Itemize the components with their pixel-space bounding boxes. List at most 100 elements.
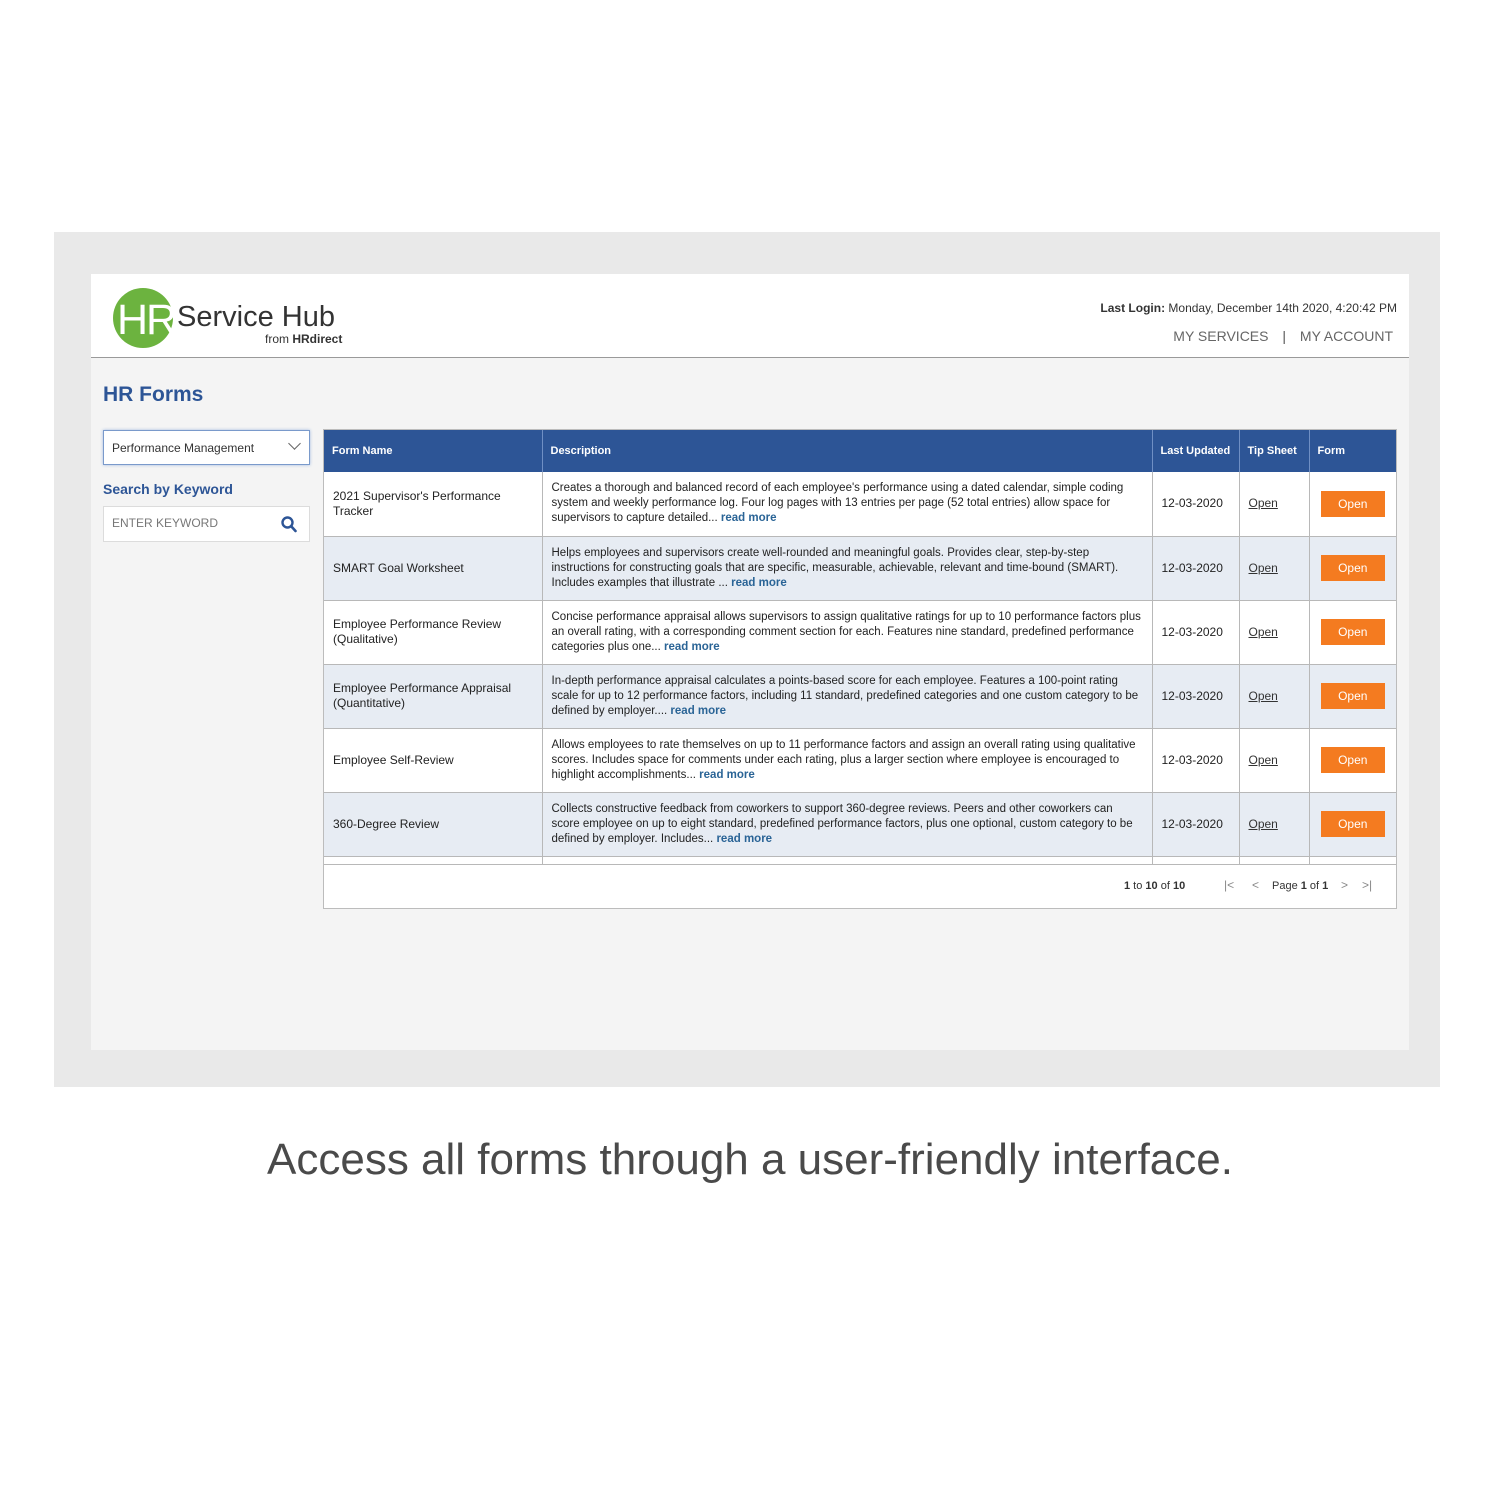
read-more-link[interactable]: read more (716, 833, 772, 845)
chevron-down-icon (288, 437, 301, 450)
column-header-form[interactable]: Form (1309, 430, 1396, 472)
tip-sheet-open-link[interactable]: Open (1249, 625, 1278, 639)
header: HR Service Hub from HRdirect Last Login:… (91, 274, 1409, 358)
form-open-button[interactable]: Open (1320, 490, 1385, 517)
app-window: HR Service Hub from HRdirect Last Login:… (91, 274, 1409, 1050)
record-to: 10 (1145, 880, 1158, 892)
prev-page-icon[interactable]: < (1252, 878, 1259, 892)
tip-sheet-open-link[interactable]: Open (1249, 817, 1278, 831)
description-text: Allows employees to rate themselves on u… (551, 738, 1136, 781)
logo-subtitle: from HRdirect (265, 332, 342, 346)
column-header-form-name[interactable]: Form Name (324, 430, 543, 472)
form-name-cell: 2021 Supervisor's Performance Tracker (324, 472, 543, 537)
tip-sheet-cell: Open (1239, 472, 1310, 537)
table-row: Employee Self-Review Allows employees to… (324, 728, 1396, 793)
column-header-last-updated[interactable]: Last Updated (1152, 430, 1240, 472)
read-more-link[interactable]: read more (731, 577, 787, 589)
last-updated-cell: 12-03-2020 (1152, 472, 1240, 537)
read-more-link[interactable]: read more (670, 705, 726, 717)
search-label: Search by Keyword (103, 481, 233, 497)
description-text: In-depth performance appraisal calculate… (551, 674, 1139, 717)
total-pages: 1 (1322, 880, 1329, 892)
tip-sheet-open-link[interactable]: Open (1249, 689, 1278, 703)
caption: Access all forms through a user-friendly… (267, 1135, 1233, 1184)
read-more-link[interactable]: read more (721, 512, 777, 524)
form-open-button[interactable]: Open (1320, 811, 1385, 837)
tip-sheet-cell: Open (1239, 664, 1310, 729)
search-input[interactable] (112, 516, 272, 530)
record-of-word: of (1157, 880, 1173, 892)
first-page-icon[interactable]: |< (1224, 878, 1234, 892)
record-count: 1 to 10 of 10 (1124, 880, 1185, 892)
table-row: Employee Performance Review (Qualitative… (324, 600, 1396, 665)
search-box (103, 506, 310, 542)
description-cell: Creates a thorough and balanced record o… (542, 472, 1153, 537)
screenshot-frame: HR Service Hub from HRdirect Last Login:… (54, 232, 1440, 1087)
description-text: Helps employees and supervisors create w… (551, 546, 1119, 589)
tip-sheet-open-link[interactable]: Open (1249, 753, 1278, 767)
form-name-cell: SMART Goal Worksheet (324, 536, 543, 601)
next-page-icon[interactable]: > (1341, 878, 1348, 892)
last-updated-cell: 12-03-2020 (1152, 600, 1240, 665)
last-login: Last Login: Monday, December 14th 2020, … (1100, 301, 1397, 315)
form-open-button[interactable]: Open (1320, 619, 1385, 645)
description-cell: Collects constructive feedback from cowo… (542, 792, 1153, 857)
form-name-cell: 360-Degree Review (324, 792, 543, 857)
description-cell: Concise performance appraisal allows sup… (542, 600, 1153, 665)
logo-sub-brand: HRdirect (292, 332, 343, 346)
form-cell: Open (1309, 792, 1396, 857)
category-select[interactable]: Performance Management (103, 430, 310, 465)
forms-table: Form Name Description Last Updated Tip S… (324, 430, 1396, 867)
forms-table-container: Form Name Description Last Updated Tip S… (323, 429, 1397, 909)
last-updated-cell: 12-03-2020 (1152, 728, 1240, 793)
tip-sheet-cell: Open (1239, 728, 1310, 793)
tip-sheet-open-link[interactable]: Open (1249, 496, 1278, 510)
description-cell: In-depth performance appraisal calculate… (542, 664, 1153, 729)
table-row: SMART Goal Worksheet Helps employees and… (324, 536, 1396, 601)
logo-title: Service Hub (177, 301, 335, 333)
record-to-word: to (1130, 880, 1146, 892)
nav-my-services[interactable]: MY SERVICES (1173, 328, 1268, 344)
nav-my-account[interactable]: MY ACCOUNT (1300, 328, 1393, 344)
form-name-cell: Employee Self-Review (324, 728, 543, 793)
last-login-value: Monday, December 14th 2020, 4:20:42 PM (1165, 301, 1397, 315)
record-total: 10 (1172, 880, 1186, 892)
tip-sheet-open-link[interactable]: Open (1249, 561, 1278, 575)
last-updated-cell: 12-03-2020 (1152, 536, 1240, 601)
last-updated-cell: 12-03-2020 (1152, 664, 1240, 729)
form-open-button[interactable]: Open (1320, 555, 1385, 581)
table-row: Employee Performance Appraisal (Quantita… (324, 664, 1396, 729)
description-cell: Allows employees to rate themselves on u… (542, 728, 1153, 793)
tip-sheet-cell: Open (1239, 536, 1310, 601)
table-header-row: Form Name Description Last Updated Tip S… (324, 430, 1396, 472)
search-icon[interactable] (281, 516, 297, 533)
form-cell: Open (1309, 472, 1396, 537)
description-text: Collects constructive feedback from cowo… (551, 802, 1133, 845)
form-cell: Open (1309, 664, 1396, 729)
column-header-tip-sheet[interactable]: Tip Sheet (1239, 430, 1310, 472)
form-cell: Open (1309, 536, 1396, 601)
tip-sheet-cell: Open (1239, 792, 1310, 857)
logo[interactable]: HR Service Hub from HRdirect (113, 286, 353, 350)
last-page-icon[interactable]: >| (1362, 878, 1372, 892)
form-name-cell: Employee Performance Appraisal (Quantita… (324, 664, 543, 729)
column-header-description[interactable]: Description (542, 430, 1153, 472)
read-more-link[interactable]: read more (699, 769, 755, 781)
top-nav: MY SERVICES | MY ACCOUNT (1173, 328, 1393, 344)
tip-sheet-cell: Open (1239, 600, 1310, 665)
form-open-button[interactable]: Open (1320, 683, 1385, 709)
table-row: 2021 Supervisor's Performance Tracker Cr… (324, 472, 1396, 537)
page-title: HR Forms (103, 383, 204, 406)
logo-sub-prefix: from (265, 332, 293, 346)
description-cell: Helps employees and supervisors create w… (542, 536, 1153, 601)
category-select-value: Performance Management (112, 441, 255, 455)
read-more-link[interactable]: read more (664, 641, 720, 653)
page-of-word: of (1306, 880, 1323, 892)
description-text: Creates a thorough and balanced record o… (551, 482, 1124, 525)
last-updated-cell: 12-03-2020 (1152, 792, 1240, 857)
last-login-label: Last Login: (1100, 301, 1166, 315)
form-cell: Open (1309, 600, 1396, 665)
table-row: 360-Degree Review Collects constructive … (324, 792, 1396, 857)
form-open-button[interactable]: Open (1320, 747, 1385, 773)
page-indicator: Page 1 of 1 (1272, 880, 1328, 892)
